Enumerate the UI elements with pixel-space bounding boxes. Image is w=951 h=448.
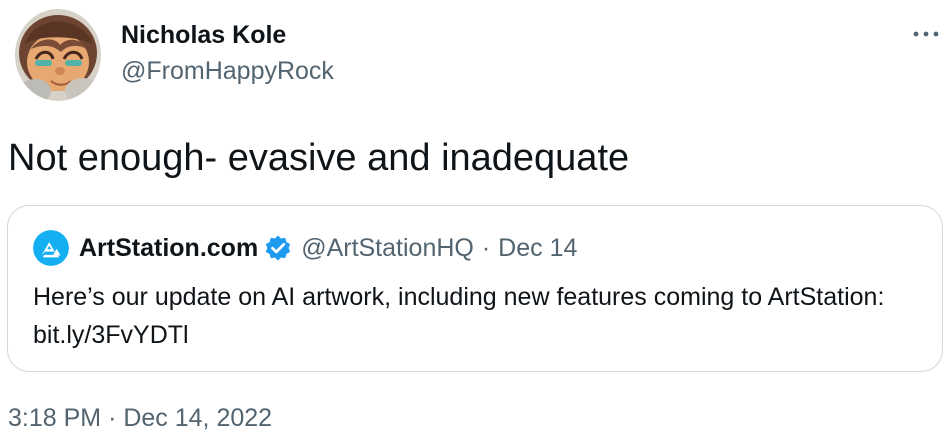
verified-badge-icon — [263, 233, 293, 263]
author-display-name[interactable]: Nicholas Kole — [121, 19, 334, 51]
more-options-button[interactable] — [911, 22, 941, 46]
quoted-separator: · — [481, 233, 491, 262]
avatar[interactable] — [15, 9, 101, 101]
author-handle[interactable]: @FromHappyRock — [121, 55, 334, 87]
more-horizontal-icon — [913, 31, 939, 37]
quoted-display-name[interactable]: ArtStation.com — [79, 234, 258, 263]
quoted-handle[interactable]: @ArtStationHQ — [301, 234, 474, 263]
tweet-date-link[interactable]: Dec 14, 2022 — [123, 404, 272, 432]
quoted-tweet[interactable]: ArtStation.com @ArtStationHQ · Dec 14 He… — [7, 205, 943, 372]
tweet-timestamp: 3:18 PM · Dec 14, 2022 — [8, 402, 272, 434]
artstation-logo-icon — [33, 230, 69, 266]
quoted-tweet-text: Here’s our update on AI artwork, includi… — [33, 283, 885, 349]
timestamp-separator: · — [108, 404, 117, 432]
cartoon-avatar-icon — [15, 9, 101, 101]
tweet-time-link[interactable]: 3:18 PM — [8, 404, 101, 432]
author-info: Nicholas Kole @FromHappyRock — [121, 19, 334, 87]
tweet-text: Not enough- evasive and inadequate — [8, 137, 630, 179]
tweet-card: Nicholas Kole @FromHappyRock Not enough-… — [0, 0, 951, 448]
quoted-tweet-header: ArtStation.com @ArtStationHQ · Dec 14 — [33, 230, 577, 266]
quoted-date[interactable]: Dec 14 — [498, 234, 577, 263]
